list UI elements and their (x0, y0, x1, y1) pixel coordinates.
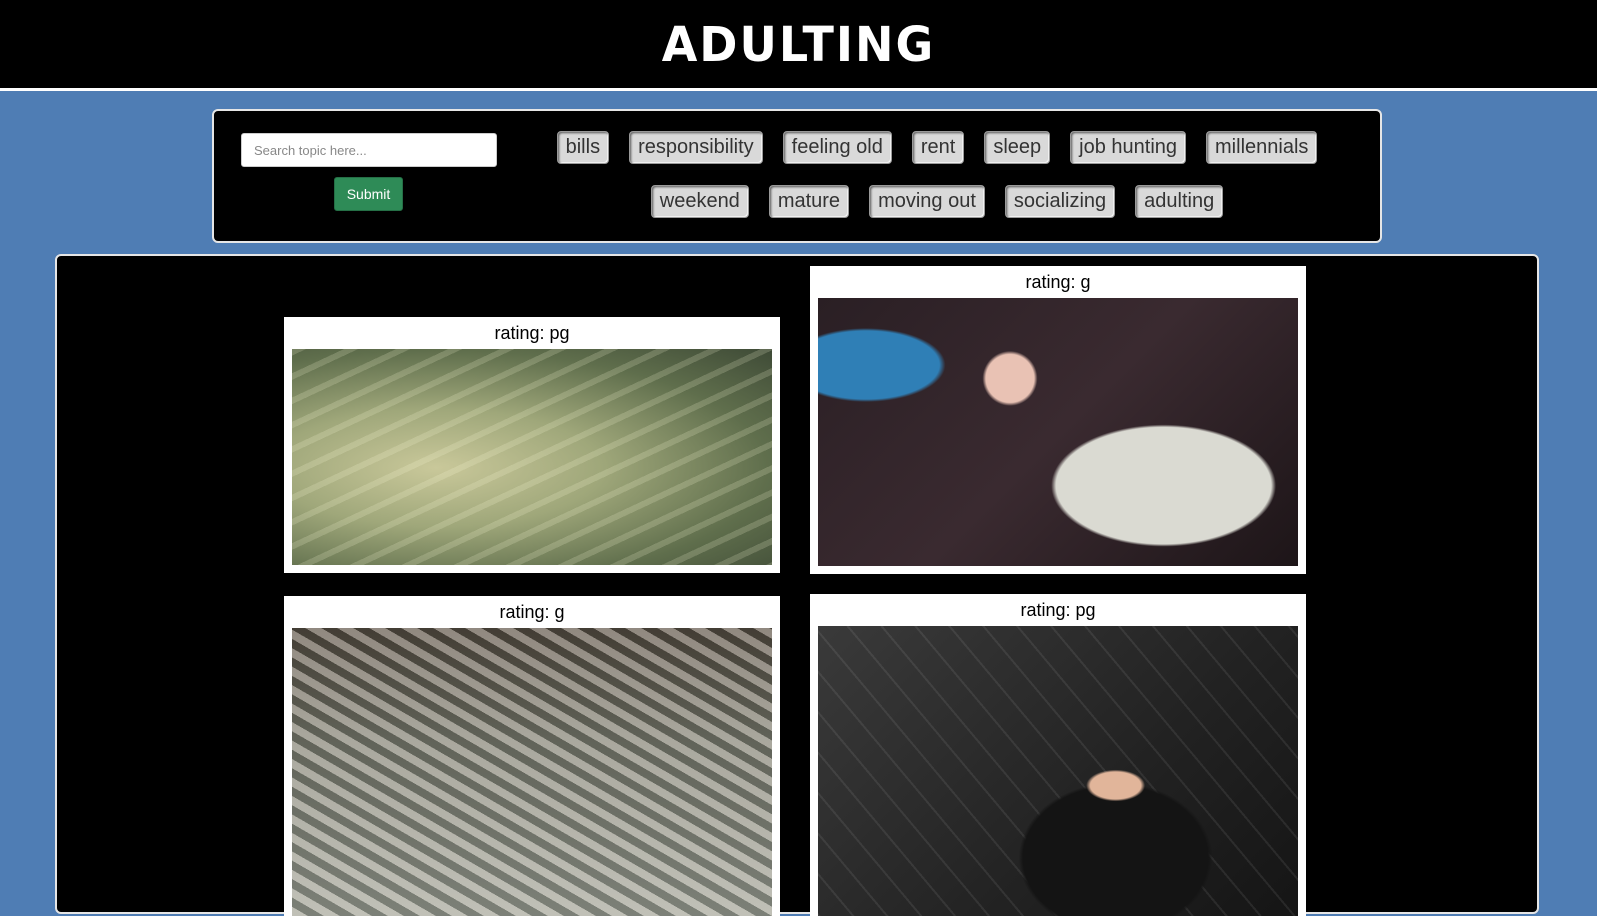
topic-button-weekend[interactable]: weekend (650, 185, 749, 218)
control-panel: Submit bills responsibility feeling old … (212, 109, 1382, 243)
topic-button-job-hunting[interactable]: job hunting (1070, 131, 1187, 164)
gif-rating: rating: g (499, 602, 565, 622)
gif-rating: rating: g (1025, 272, 1091, 292)
gif-card: rating: pg (284, 317, 780, 573)
submit-button[interactable]: Submit (334, 177, 403, 211)
topic-button-moving-out[interactable]: moving out (869, 185, 985, 218)
gif-image-woman-money[interactable] (818, 298, 1298, 566)
gif-rating: rating: pg (1020, 600, 1096, 620)
site-header: ADULTING (0, 0, 1597, 91)
topic-button-feeling-old[interactable]: feeling old (782, 131, 892, 164)
gif-rating: rating: pg (494, 323, 570, 343)
topic-button-millennials[interactable]: millennials (1206, 131, 1318, 164)
gif-results-panel: rating: pg rating: g rating: g rating: p… (55, 254, 1539, 916)
search-input[interactable] (241, 133, 497, 167)
topic-button-mature[interactable]: mature (768, 185, 850, 218)
topic-button-bills[interactable]: bills (556, 131, 610, 164)
gif-image-man-throwing-money[interactable] (818, 626, 1298, 916)
gif-card: rating: pg (810, 594, 1306, 916)
topic-button-sleep[interactable]: sleep (984, 131, 1051, 164)
topic-button-rent[interactable]: rent (911, 131, 965, 164)
gif-card: rating: g (284, 596, 780, 916)
topic-button-socializing[interactable]: socializing (1004, 185, 1116, 218)
gif-image-dollar-bills[interactable] (292, 349, 772, 565)
topic-button-responsibility[interactable]: responsibility (629, 131, 763, 164)
topic-buttons: bills responsibility feeling old rent sl… (514, 131, 1360, 239)
site-title: ADULTING (661, 15, 936, 73)
topic-row-2: weekend mature moving out socializing ad… (514, 185, 1360, 218)
topic-row-1: bills responsibility feeling old rent sl… (514, 131, 1360, 164)
gif-image-cash-stacks[interactable] (292, 628, 772, 916)
topic-button-adulting[interactable]: adulting (1135, 185, 1224, 218)
gif-card: rating: g (810, 266, 1306, 574)
